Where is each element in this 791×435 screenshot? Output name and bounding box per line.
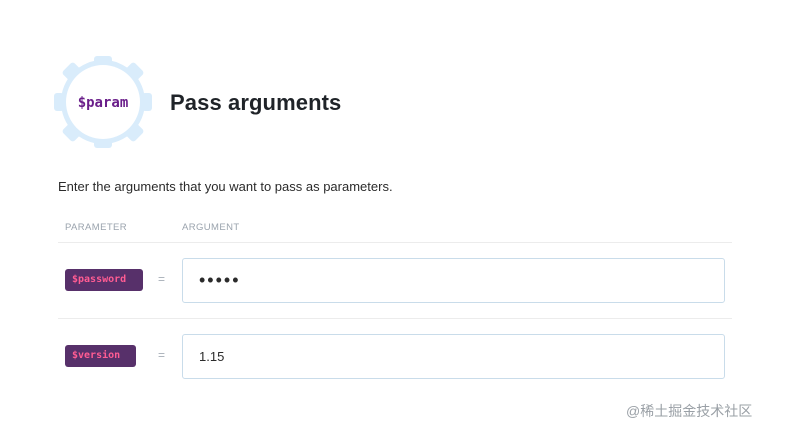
watermark-text: @稀土掘金技术社区 — [626, 403, 753, 419]
page-title: Pass arguments — [170, 90, 342, 115]
table-divider — [58, 318, 732, 319]
column-header-argument: ARGUMENT — [182, 222, 240, 233]
param-gear-icon: $param — [54, 56, 152, 148]
param-icon-label: $param — [78, 95, 129, 111]
gear-icon: $param — [54, 56, 152, 148]
argument-input-password[interactable] — [182, 258, 725, 303]
table-divider — [58, 242, 732, 243]
parameter-badge-password: $password — [65, 269, 143, 291]
argument-input-version[interactable] — [182, 334, 725, 379]
description-text: Enter the arguments that you want to pas… — [58, 179, 393, 194]
parameter-badge-version: $version — [65, 345, 136, 367]
equals-sign: = — [158, 348, 166, 362]
equals-sign: = — [158, 272, 166, 286]
column-header-parameter: PARAMETER — [65, 222, 128, 233]
